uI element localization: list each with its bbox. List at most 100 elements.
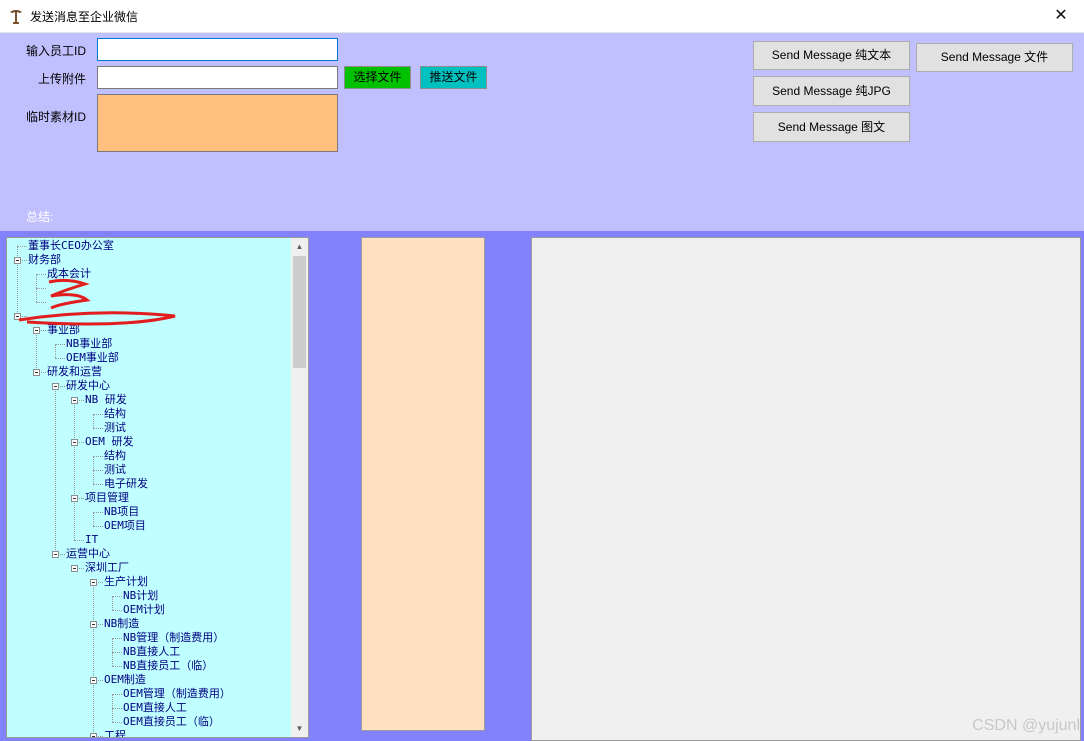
tree-node[interactable]: NB计划	[123, 589, 158, 603]
scroll-up-icon[interactable]: ▲	[291, 238, 308, 255]
collapse-icon[interactable]	[52, 551, 59, 558]
tree-node[interactable]: 结构	[104, 449, 126, 463]
tree-node[interactable]: IT	[85, 533, 98, 547]
tree-connector	[93, 512, 103, 513]
tree-connector	[93, 624, 94, 680]
tree-connector	[93, 526, 103, 527]
tree-connector	[74, 498, 75, 540]
tree-connector	[93, 582, 94, 624]
tree-connector	[112, 638, 113, 652]
tree-connector	[93, 414, 94, 428]
employee-id-label: 输入员工ID	[26, 44, 87, 58]
tree-node[interactable]: 测试	[104, 463, 126, 477]
tree-app-icon	[10, 10, 22, 24]
select-file-button[interactable]: 选择文件	[344, 66, 411, 89]
redaction-scribble	[18, 278, 176, 326]
tree-connector	[112, 638, 122, 639]
input-panel: 输入员工ID 上传附件 选择文件 推送文件 临时素材ID Send Messag…	[0, 33, 1084, 231]
department-tree[interactable]: 董事长CEO办公室 财务部 成本会计 事业部 NB事业部 OEM事业部 研发和运营 研发中心 N…	[6, 237, 309, 738]
tree-node[interactable]: 深圳工厂	[85, 561, 129, 575]
tree-node[interactable]: 结构	[104, 407, 126, 421]
collapse-icon[interactable]	[52, 383, 59, 390]
tree-node[interactable]: OEM项目	[104, 519, 146, 533]
tree-node[interactable]: OEM 研发	[85, 435, 134, 449]
tree-connector	[112, 596, 122, 597]
summary-label: 总结:	[26, 210, 54, 224]
tree-connector	[36, 330, 37, 372]
collapse-icon[interactable]	[90, 733, 97, 737]
attachment-label: 上传附件	[38, 72, 87, 86]
tree-node[interactable]: OEM制造	[104, 673, 146, 687]
tree-node[interactable]: OEM计划	[123, 603, 165, 617]
tree-node[interactable]: OEM直接员工（临）	[123, 715, 220, 729]
close-icon[interactable]: ✕	[1038, 0, 1084, 32]
tree-node[interactable]: 研发和运营	[47, 365, 102, 379]
tree-connector	[55, 386, 56, 554]
tree-connector	[112, 666, 122, 667]
tree-node[interactable]: 项目管理	[85, 491, 129, 505]
tree-connector	[93, 414, 103, 415]
tree-connector	[93, 456, 103, 457]
tree-connector	[112, 694, 122, 695]
tree-connector	[55, 344, 65, 345]
employee-id-input[interactable]	[97, 38, 338, 61]
tree-connector	[93, 428, 103, 429]
tree-connector	[112, 652, 113, 666]
tree-connector	[112, 708, 113, 722]
tree-node[interactable]: NB管理（制造费用）	[123, 631, 224, 645]
collapse-icon[interactable]	[90, 621, 97, 628]
tree-node[interactable]: 研发中心	[66, 379, 110, 393]
push-file-button[interactable]: 推送文件	[420, 66, 487, 89]
tree-node[interactable]: OEM管理（制造费用）	[123, 687, 231, 701]
collapse-icon[interactable]	[33, 327, 40, 334]
watermark: CSDN @yujunl	[972, 717, 1080, 734]
tree-node[interactable]: 工程	[104, 729, 126, 737]
tree-connector	[112, 694, 113, 708]
tree-connector	[93, 470, 94, 484]
tree-connector	[93, 512, 94, 526]
tree-connector	[112, 610, 122, 611]
tree-node[interactable]: NB制造	[104, 617, 139, 631]
tree-node[interactable]: OEM直接人工	[123, 701, 187, 715]
tree-connector	[74, 540, 84, 541]
tree-node[interactable]: OEM事业部	[66, 351, 119, 365]
message-panel[interactable]	[531, 237, 1081, 741]
scroll-thumb[interactable]	[293, 256, 306, 368]
tree-node[interactable]: NB直接人工	[123, 645, 180, 659]
tree-node[interactable]: NB直接员工（临）	[123, 659, 213, 673]
media-id-label: 临时素材ID	[26, 110, 87, 124]
collapse-icon[interactable]	[71, 397, 78, 404]
tree-connector	[74, 400, 75, 442]
tree-connector	[112, 722, 122, 723]
tree-node[interactable]: NB事业部	[66, 337, 112, 351]
title-bar: 发送消息至企业微信 ✕	[0, 0, 1084, 33]
tree-connector	[112, 596, 113, 610]
tree-connector	[55, 358, 65, 359]
attachment-input[interactable]	[97, 66, 338, 89]
collapse-icon[interactable]	[71, 439, 78, 446]
window-title: 发送消息至企业微信	[30, 10, 139, 24]
tree-connector	[93, 470, 103, 471]
tree-connector	[93, 456, 94, 470]
send-file-button[interactable]: Send Message 文件	[916, 43, 1073, 72]
collapse-icon[interactable]	[90, 579, 97, 586]
tree-scrollbar[interactable]: ▲ ▼	[291, 238, 308, 737]
collapse-icon[interactable]	[71, 495, 78, 502]
send-news-button[interactable]: Send Message 图文	[753, 112, 910, 142]
tree-node[interactable]: 运营中心	[66, 547, 110, 561]
tree-node[interactable]: 电子研发	[104, 477, 148, 491]
collapse-icon[interactable]	[71, 565, 78, 572]
send-jpg-button[interactable]: Send Message 纯JPG	[753, 76, 910, 106]
tree-connector	[112, 652, 122, 653]
scroll-down-icon[interactable]: ▼	[291, 720, 308, 737]
tree-node[interactable]: NB项目	[104, 505, 139, 519]
employee-list-panel[interactable]	[361, 237, 485, 731]
send-text-button[interactable]: Send Message 纯文本	[753, 41, 910, 70]
media-id-field[interactable]	[97, 94, 338, 152]
collapse-icon[interactable]	[90, 677, 97, 684]
tree-node[interactable]: 生产计划	[104, 575, 148, 589]
tree-node[interactable]: NB 研发	[85, 393, 127, 407]
tree-connector	[93, 680, 94, 736]
collapse-icon[interactable]	[33, 369, 40, 376]
tree-node[interactable]: 测试	[104, 421, 126, 435]
